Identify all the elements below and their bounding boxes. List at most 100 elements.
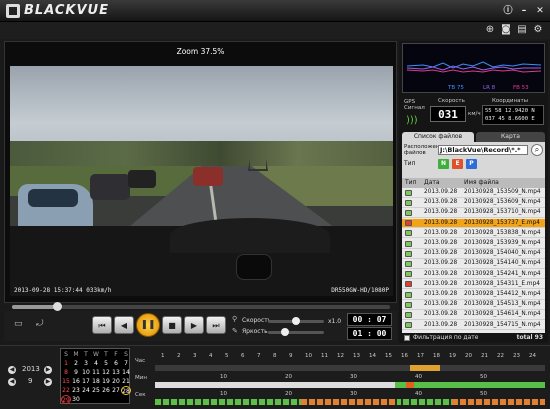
calendar-day[interactable]: 21 [121,377,131,386]
calendar-day[interactable]: 10 [81,368,91,377]
calendar-day[interactable]: 2 [71,359,81,368]
type-parking-button[interactable]: P [466,159,477,169]
type-normal-button[interactable]: N [438,159,449,169]
file-row[interactable]: 2013.09.28 20130928_153737_E.mp4 [402,218,545,229]
file-name: 20130928_154140_N.mp4 [464,260,541,267]
timeline-hour-label: Час [135,358,146,364]
file-path-input[interactable]: J:\BlackVue\Record\*.* [438,145,528,155]
panel-tabs: Список файлов Карта [402,132,545,142]
type-event-button[interactable]: E [452,159,463,169]
prev-year-button[interactable]: ◀ [8,366,16,374]
seek-handle[interactable] [53,302,63,311]
timeline-tick: 12 [337,353,344,359]
file-row[interactable]: 2013.09.28 20130928_154412_N.mp4 [402,290,545,300]
calendar-day[interactable]: 28 [121,386,131,395]
longitude: 037 45 8.6600 E [485,116,535,122]
date-filter-checkbox[interactable] [404,335,410,341]
camera-icon[interactable]: ◙ [500,24,512,36]
calendar-day[interactable]: 17 [81,377,91,386]
gps-info: GPS Сигнал ))) Скорость 031 км/ч Координ… [402,97,545,131]
calendar-day[interactable]: 14 [121,368,131,377]
col-name: Имя файла [464,179,499,186]
prev-month-button[interactable]: ◀ [8,378,16,386]
step-back-button[interactable]: ◀ [114,316,134,334]
seek-bar[interactable] [12,302,390,311]
speed-slider[interactable] [268,317,324,325]
close-button[interactable]: ✕ [534,5,546,17]
calendar-day[interactable]: 30 [71,395,81,404]
file-row[interactable]: 2013.09.28 20130928_153509_N.mp4 [402,188,545,198]
calendar-day[interactable]: 13 [111,368,121,377]
file-row[interactable]: 2013.09.28 20130928_154311_E.mp4 [402,280,545,290]
brightness-slider[interactable] [268,328,324,336]
brightness-slider-handle[interactable] [280,328,289,336]
step-forward-button[interactable]: ▶ [184,316,204,334]
calendar-day[interactable]: 12 [101,368,111,377]
tab-file-list[interactable]: Список файлов [402,132,474,142]
file-row[interactable]: 2013.09.28 20130928_153939_N.mp4 [402,239,545,249]
calendar-day[interactable]: 27 [111,386,121,395]
next-month-button[interactable]: ▶ [44,378,52,386]
speed-slider-handle[interactable] [292,317,300,325]
calendar-day[interactable]: 22 [61,386,71,395]
calendar-day[interactable]: 19 [101,377,111,386]
screenshot-icon[interactable]: ▭ [14,319,23,329]
file-row[interactable]: 2013.09.28 20130928_154614_N.mp4 [402,310,545,320]
next-file-button[interactable]: ⏭ [206,316,226,334]
calendar-day[interactable]: 20 [111,377,121,386]
calendar-day[interactable]: 11 [91,368,101,377]
hour-bar[interactable] [155,365,545,371]
file-row[interactable]: 2013.09.28 20130928_154513_N.mp4 [402,300,545,310]
prev-file-button[interactable]: ⏮ [92,316,112,334]
search-icon[interactable]: ⌕ [531,144,543,156]
minute-bar[interactable] [155,382,545,388]
timeline-tick: 30 [350,374,357,380]
file-row[interactable]: 2013.09.28 20130928_153710_N.mp4 [402,208,545,218]
timeline-tick: 22 [497,353,504,359]
next-year-button[interactable]: ▶ [44,366,52,374]
file-date: 2013.09.28 [424,189,458,195]
toolbar: ⊕ ◙ ▤ ⚙ [0,22,550,39]
file-row[interactable]: 2013.09.28 20130928_154715_N.mp4 [402,321,545,331]
file-row[interactable]: 2013.09.28 20130928_154040_N.mp4 [402,249,545,259]
calendar-day[interactable]: 3 [81,359,91,368]
calendar-day[interactable]: 1 [61,359,71,368]
file-date: 2013.09.28 [424,311,458,318]
file-type-icon [405,230,412,237]
date-filter-row: Фильтрация по дате total 93 [402,334,545,343]
settings-gear-icon[interactable]: ⚙ [532,24,544,36]
file-row[interactable]: 2013.09.28 20130928_153838_N.mp4 [402,229,545,239]
tab-map[interactable]: Карта [476,132,545,142]
calendar-day[interactable]: 24 [81,386,91,395]
file-row[interactable]: 2013.09.28 20130928_154241_N.mp4 [402,270,545,280]
calendar-day[interactable]: 23 [71,386,81,395]
print-icon[interactable]: ▤ [516,24,528,36]
video-frame-image[interactable]: 2013-09-28 15:37:44 033km/h DR550GW-HD/1… [10,66,393,296]
minimize-button[interactable]: – [518,5,530,17]
calendar-day[interactable]: 6 [111,359,121,368]
timeline-tick: 40 [415,391,422,397]
download-icon[interactable]: ⊕ [484,24,496,36]
rotate-icon[interactable]: ⤾ [36,319,44,329]
pause-button[interactable]: ❚❚ [136,313,160,337]
calendar-day[interactable]: 18 [91,377,101,386]
speed-unit: км/ч [468,111,481,117]
calendar-day[interactable]: 4 [91,359,101,368]
calendar-day[interactable]: 16 [71,377,81,386]
calendar-day[interactable]: 9 [71,368,81,377]
calendar-day[interactable]: 7 [121,359,131,368]
calendar-day[interactable]: 8 [61,368,71,377]
file-row[interactable]: 2013.09.28 20130928_153609_N.mp4 [402,198,545,208]
file-name: 20130928_154040_N.mp4 [464,250,541,257]
calendar-day[interactable]: 25 [91,386,101,395]
calendar-day[interactable]: 26 [101,386,111,395]
file-row[interactable]: 2013.09.28 20130928_154140_N.mp4 [402,259,545,269]
info-icon[interactable]: ⓘ [502,5,514,17]
second-bar[interactable] [155,399,545,405]
calendar-day[interactable]: 15 [61,377,71,386]
stop-button[interactable]: ■ [162,316,182,334]
calendar-day[interactable]: 29 [61,395,71,404]
calendar-day[interactable]: 5 [101,359,111,368]
timeline-tick: 4 [209,353,213,359]
file-type-icon [405,281,412,288]
